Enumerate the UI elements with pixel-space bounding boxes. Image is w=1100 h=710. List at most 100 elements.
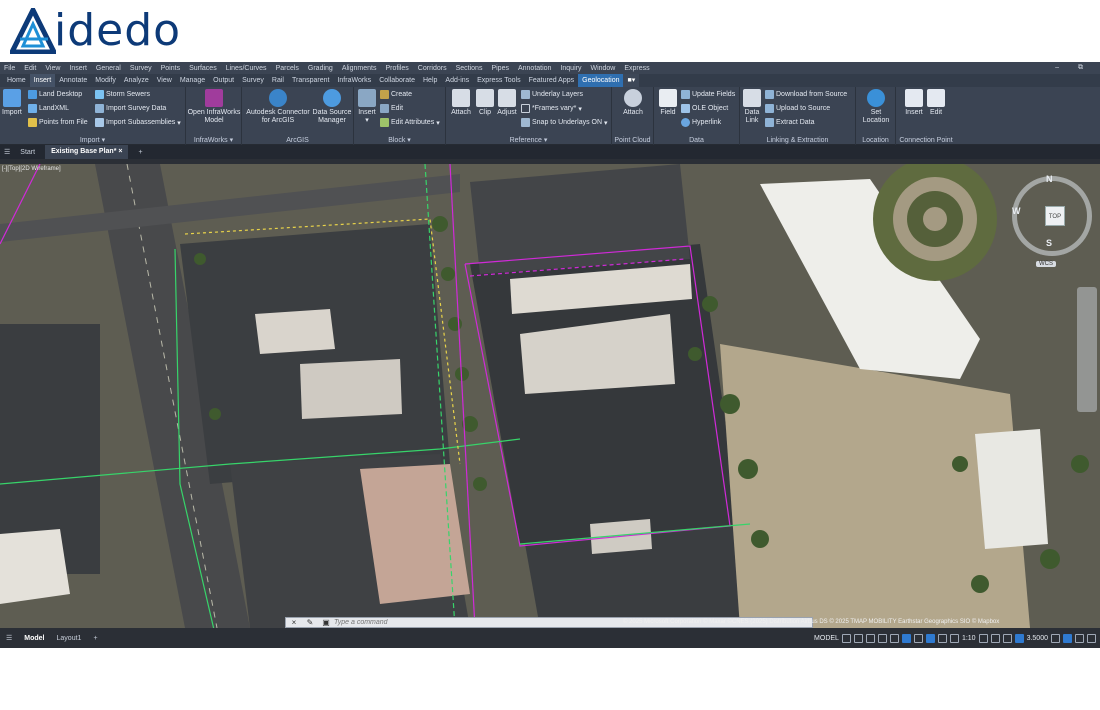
menu-surfaces[interactable]: Surfaces — [189, 65, 217, 72]
frames-vary-dropdown[interactable]: *Frames vary* ▾ — [521, 104, 582, 113]
object-snap-icon[interactable] — [901, 633, 911, 643]
land-desktop-button[interactable]: Land Desktop — [28, 90, 82, 99]
units-icon[interactable] — [1002, 633, 1012, 643]
menu-grading[interactable]: Grading — [308, 65, 333, 72]
ole-object-button[interactable]: OLE Object — [681, 104, 728, 113]
tab-survey[interactable]: Survey — [238, 74, 268, 87]
compass-south[interactable]: S — [1046, 238, 1052, 248]
menu-parcels[interactable]: Parcels — [276, 65, 299, 72]
upload-to-source-button[interactable]: Upload to Source — [765, 104, 830, 113]
insert-connection-point-button[interactable]: Insert — [902, 89, 926, 117]
clean-screen-icon[interactable] — [1075, 633, 1084, 643]
annotation-scale-icon[interactable] — [949, 633, 959, 643]
menu-sections[interactable]: Sections — [456, 65, 483, 72]
navigation-bar[interactable] — [1077, 287, 1097, 412]
field-button[interactable]: Field — [657, 89, 679, 117]
tab-infraworks[interactable]: InfraWorks — [333, 74, 375, 87]
menu-general[interactable]: General — [96, 65, 121, 72]
polar-icon[interactable] — [877, 633, 887, 643]
isolate-objects-icon[interactable] — [1051, 633, 1060, 643]
command-input[interactable] — [334, 619, 634, 626]
precision-value[interactable]: 3.5000 — [1027, 635, 1048, 642]
tab-annotate[interactable]: Annotate — [55, 74, 91, 87]
annotation-monitor-icon[interactable] — [990, 633, 1000, 643]
tab-home[interactable]: Home — [3, 74, 30, 87]
tab-rail[interactable]: Rail — [268, 74, 288, 87]
tab-transparent[interactable]: Transparent — [288, 74, 333, 87]
tab-view[interactable]: View — [153, 74, 176, 87]
import-button[interactable]: Import — [2, 89, 22, 117]
download-from-source-button[interactable]: Download from Source — [765, 90, 847, 99]
tab-express-tools[interactable]: Express Tools — [473, 74, 524, 87]
menu-lines-curves[interactable]: Lines/Curves — [226, 65, 267, 72]
ribbon-options-button[interactable]: ■▾ — [623, 74, 640, 87]
menu-alignments[interactable]: Alignments — [342, 65, 377, 72]
menu-inquiry[interactable]: Inquiry — [560, 65, 581, 72]
data-link-button[interactable]: Data Link — [742, 89, 762, 125]
edit-connection-point-button[interactable]: Edit — [926, 89, 946, 117]
menu-corridors[interactable]: Corridors — [418, 65, 447, 72]
tab-geolocation[interactable]: Geolocation — [578, 74, 624, 87]
quick-properties-icon[interactable] — [1014, 633, 1024, 643]
menu-profiles[interactable]: Profiles — [385, 65, 408, 72]
edit-block-button[interactable]: Edit — [380, 104, 403, 113]
tab-help[interactable]: Help — [419, 74, 441, 87]
drawing-viewport[interactable]: [-][Top][2D Wireframe] TOP N S W WCS × ✎… — [0, 164, 1100, 628]
menu-points[interactable]: Points — [161, 65, 180, 72]
landxml-button[interactable]: LandXML — [28, 104, 69, 113]
menu-express[interactable]: Express — [624, 65, 649, 72]
tab-manage[interactable]: Manage — [176, 74, 209, 87]
annotation-visibility-icon[interactable] — [925, 633, 935, 643]
autodesk-connector-arcgis-button[interactable]: Autodesk Connector for ArcGIS — [244, 89, 312, 125]
underlay-layers-button[interactable]: Underlay Layers — [521, 90, 583, 99]
snap-to-underlays-dropdown[interactable]: Snap to Underlays ON ▾ — [521, 118, 608, 127]
customize-command-icon[interactable]: ✎ — [302, 618, 318, 627]
isodraft-icon[interactable] — [889, 633, 899, 643]
menu-window[interactable]: Window — [590, 65, 615, 72]
hamburger-icon[interactable]: ☰ — [4, 148, 10, 156]
annotation-scale-value[interactable]: 1:10 — [962, 635, 976, 642]
restore-icon[interactable]: ⧉ — [1078, 64, 1083, 72]
tab-start[interactable]: Start — [20, 149, 35, 156]
viewport-controls-label[interactable]: [-][Top][2D Wireframe] — [2, 166, 61, 172]
import-subassemblies-button[interactable]: Import Subassemblies ▾ — [95, 118, 181, 127]
close-command-icon[interactable]: × — [286, 618, 302, 627]
menu-insert[interactable]: Insert — [69, 65, 87, 72]
set-location-button[interactable]: Set Location — [859, 89, 893, 125]
tab-analyze[interactable]: Analyze — [120, 74, 153, 87]
menu-annotation[interactable]: Annotation — [518, 65, 551, 72]
tab-collaborate[interactable]: Collaborate — [375, 74, 419, 87]
snap-mode-icon[interactable] — [853, 633, 863, 643]
attach-reference-button[interactable]: Attach — [450, 89, 472, 117]
clip-button[interactable]: Clip — [476, 89, 494, 117]
tab-existing-base-plan[interactable]: Existing Base Plan* × — [45, 145, 129, 159]
import-survey-data-button[interactable]: Import Survey Data — [95, 104, 166, 113]
menu-edit[interactable]: Edit — [24, 65, 36, 72]
tab-featured-apps[interactable]: Featured Apps — [525, 74, 579, 87]
wcs-menu[interactable]: WCS — [1036, 261, 1056, 267]
viewcube-top-face[interactable]: TOP — [1045, 206, 1065, 226]
adjust-button[interactable]: Adjust — [496, 89, 518, 117]
open-infraworks-model-button[interactable]: Open InfraWorks Model — [188, 89, 240, 125]
tab-insert[interactable]: Insert — [29, 74, 56, 87]
tab-model[interactable]: Model — [24, 635, 44, 642]
hyperlink-button[interactable]: Hyperlink — [681, 118, 721, 127]
menu-file[interactable]: File — [4, 65, 15, 72]
menu-pipes[interactable]: Pipes — [491, 65, 509, 72]
storm-sewers-button[interactable]: Storm Sewers — [95, 90, 150, 99]
add-layout-icon[interactable]: + — [93, 635, 97, 642]
tab-output[interactable]: Output — [209, 74, 238, 87]
compass-north[interactable]: N — [1046, 174, 1053, 184]
insert-block-button[interactable]: Insert ▾ — [356, 89, 378, 125]
model-space-toggle[interactable]: MODEL — [814, 635, 839, 642]
extract-data-button[interactable]: Extract Data — [765, 118, 815, 127]
edit-attributes-button[interactable]: Edit Attributes ▾ — [380, 118, 440, 127]
points-from-file-button[interactable]: Points from File — [28, 118, 88, 127]
ortho-icon[interactable] — [865, 633, 875, 643]
minimize-icon[interactable]: – — [1055, 64, 1059, 72]
tab-add-ins[interactable]: Add-ins — [441, 74, 473, 87]
update-fields-button[interactable]: Update Fields — [681, 90, 735, 99]
customization-icon[interactable] — [1087, 633, 1096, 643]
data-source-manager-button[interactable]: Data Source Manager — [312, 89, 352, 125]
menu-view[interactable]: View — [45, 65, 60, 72]
